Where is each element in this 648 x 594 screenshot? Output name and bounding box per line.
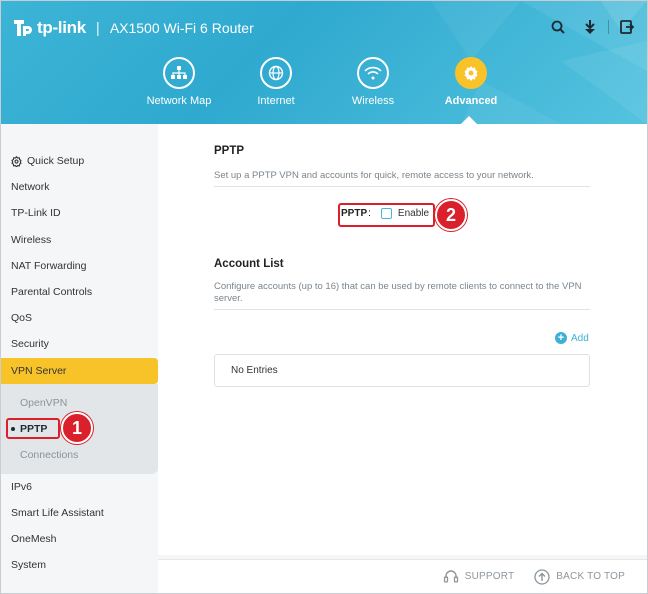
icon-divider bbox=[608, 20, 609, 34]
sidebar-item-label: NAT Forwarding bbox=[11, 259, 87, 272]
model-name: AX1500 Wi-Fi 6 Router bbox=[109, 20, 254, 36]
sidebar-item-onemesh[interactable]: OneMesh bbox=[1, 526, 158, 552]
sidebar-item-network[interactable]: Network bbox=[1, 174, 158, 200]
sidebar-item-label: Parental Controls bbox=[11, 286, 93, 299]
sidebar-item-label: QoS bbox=[11, 312, 33, 325]
pptp-section-title: PPTP bbox=[214, 145, 245, 157]
plus-icon: + bbox=[555, 332, 567, 344]
gear-icon bbox=[11, 155, 22, 167]
gear-icon bbox=[455, 57, 487, 89]
nav-label: Network Map bbox=[146, 95, 212, 107]
sidebar-item-label: IPv6 bbox=[11, 480, 33, 493]
reboot-icon[interactable] bbox=[619, 19, 635, 35]
sidebar-item-label: Security bbox=[11, 338, 49, 351]
sidebar-item-nat-forwarding[interactable]: NAT Forwarding bbox=[1, 253, 158, 279]
account-list-desc: Configure accounts (up to 16) that can b… bbox=[214, 281, 582, 304]
sidebar-subitem-label: Connections bbox=[20, 448, 79, 461]
sidebar-item-label: Smart Life Assistant bbox=[11, 506, 104, 519]
divider bbox=[214, 186, 590, 187]
sidebar-item-label: System bbox=[11, 559, 47, 572]
nav-network-map[interactable]: Network Map bbox=[129, 57, 229, 107]
sidebar-item-label: Wireless bbox=[11, 233, 52, 246]
top-icons bbox=[550, 19, 635, 35]
router-admin-window: tp-link | AX1500 Wi-Fi 6 Router Network … bbox=[0, 0, 648, 594]
nav-internet[interactable]: Internet bbox=[226, 57, 326, 107]
sidebar-item-smart-life-assistant[interactable]: Smart Life Assistant bbox=[1, 500, 158, 526]
sidebar-item-system[interactable]: System bbox=[1, 552, 158, 578]
sidebar-item-vpn-server[interactable]: VPN Server bbox=[1, 357, 158, 384]
main-panel: PPTP Set up a PPTP VPN and accounts for … bbox=[158, 124, 647, 555]
wifi-icon bbox=[357, 57, 389, 89]
active-nav-caret bbox=[461, 116, 477, 124]
divider bbox=[214, 309, 590, 310]
add-button[interactable]: + Add bbox=[555, 332, 589, 344]
annotation-badge-2: 2 bbox=[435, 199, 467, 231]
top-nav: Network Map Internet Wireless Advanced bbox=[1, 57, 647, 117]
sidebar-item-label: Network bbox=[11, 181, 50, 194]
brand-separator: | bbox=[95, 19, 100, 37]
annotation-badge-1: 1 bbox=[61, 412, 93, 444]
nav-label: Wireless bbox=[351, 95, 395, 107]
sidebar-item-qos[interactable]: QoS bbox=[1, 305, 158, 331]
sidebar-item-label: TP-Link ID bbox=[11, 207, 61, 220]
add-label: Add bbox=[571, 332, 589, 344]
sidebar-item-quick-setup[interactable]: Quick Setup bbox=[1, 148, 158, 174]
sidebar-item-parental-controls[interactable]: Parental Controls bbox=[1, 279, 158, 305]
sidebar: Quick Setup Network TP-Link ID Wireless … bbox=[1, 124, 158, 593]
back-to-top-button[interactable]: BACK TO TOP bbox=[534, 568, 625, 585]
brand: tp-link | AX1500 Wi-Fi 6 Router bbox=[11, 17, 254, 39]
sidebar-item-security[interactable]: Security bbox=[1, 331, 158, 357]
search-icon[interactable] bbox=[550, 19, 566, 35]
footer-bar: SUPPORT BACK TO TOP bbox=[158, 559, 647, 593]
header-bar: tp-link | AX1500 Wi-Fi 6 Router Network … bbox=[1, 1, 647, 124]
account-list-title: Account List bbox=[214, 258, 284, 270]
back-to-top-label: BACK TO TOP bbox=[556, 571, 625, 582]
account-list-table: No Entries bbox=[214, 354, 590, 387]
sidebar-item-label: OneMesh bbox=[11, 533, 57, 546]
nav-label: Internet bbox=[257, 95, 295, 107]
no-entries-text: No Entries bbox=[231, 365, 278, 376]
nav-wireless[interactable]: Wireless bbox=[323, 57, 423, 107]
tp-link-logo-icon bbox=[11, 17, 33, 39]
sidebar-item-wireless[interactable]: Wireless bbox=[1, 227, 158, 253]
brand-name: tp-link bbox=[37, 18, 86, 37]
network-map-icon bbox=[163, 57, 195, 89]
sidebar-subitem-connections[interactable]: Connections bbox=[1, 442, 158, 468]
annotation-highlight-2 bbox=[338, 203, 435, 227]
sidebar-subitem-label: OpenVPN bbox=[20, 396, 68, 409]
support-button[interactable]: SUPPORT bbox=[443, 569, 515, 585]
pptp-section-desc: Set up a PPTP VPN and accounts for quick… bbox=[214, 170, 534, 181]
sidebar-item-label: Quick Setup bbox=[27, 155, 85, 168]
arrow-up-icon bbox=[534, 568, 550, 585]
nav-label: Advanced bbox=[444, 95, 498, 107]
sidebar-item-tp-link-id[interactable]: TP-Link ID bbox=[1, 200, 158, 226]
support-label: SUPPORT bbox=[464, 571, 515, 582]
headset-icon bbox=[443, 569, 458, 583]
sidebar-item-label: VPN Server bbox=[11, 364, 67, 377]
logout-arrow-icon[interactable] bbox=[582, 19, 598, 35]
annotation-highlight-1 bbox=[6, 418, 60, 439]
nav-advanced[interactable]: Advanced bbox=[421, 57, 521, 107]
sidebar-item-ipv6[interactable]: IPv6 bbox=[1, 474, 158, 500]
globe-icon bbox=[260, 57, 292, 89]
